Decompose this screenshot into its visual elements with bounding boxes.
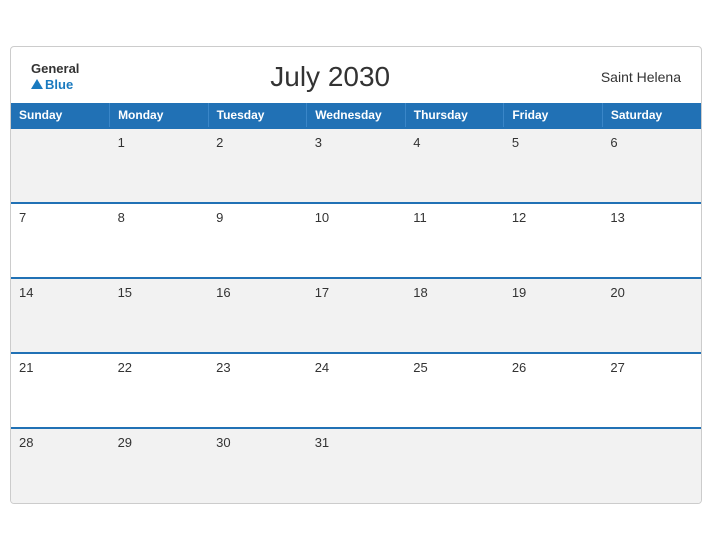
calendar-body: 1234567891011121314151617181920212223242… [11,128,701,503]
calendar-day-cell: 15 [110,278,209,353]
location-label: Saint Helena [581,69,681,85]
day-number: 27 [610,360,624,375]
day-number: 2 [216,135,223,150]
day-number: 30 [216,435,230,450]
calendar-week-row: 1 2 3 4 5 6 [11,128,701,203]
calendar-day-cell: 2 [208,128,307,203]
day-number: 12 [512,210,526,225]
calendar-day-cell: 28 [11,428,110,503]
day-number: 21 [19,360,33,375]
calendar-day-cell: 3 [307,128,406,203]
calendar-day-cell: 31 [307,428,406,503]
calendar-day-cell: 10 [307,203,406,278]
header-tuesday: Tuesday [208,103,307,128]
day-number: 8 [118,210,125,225]
logo-area: General Blue [31,62,79,91]
day-number: 20 [610,285,624,300]
calendar-day-cell [602,428,701,503]
logo-blue-text: Blue [31,77,73,92]
calendar-day-cell: 24 [307,353,406,428]
calendar-day-cell: 25 [405,353,504,428]
calendar-day-cell [504,428,603,503]
calendar-day-cell: 17 [307,278,406,353]
day-number: 10 [315,210,329,225]
header-sunday: Sunday [11,103,110,128]
day-number: 29 [118,435,132,450]
calendar-grid: Sunday Monday Tuesday Wednesday Thursday… [11,103,701,503]
calendar-day-cell: 7 [11,203,110,278]
calendar-day-cell: 20 [602,278,701,353]
day-number: 25 [413,360,427,375]
day-number: 31 [315,435,329,450]
day-number: 15 [118,285,132,300]
calendar-day-cell [405,428,504,503]
day-number: 19 [512,285,526,300]
weekday-header-row: Sunday Monday Tuesday Wednesday Thursday… [11,103,701,128]
calendar-week-row: 7 8 9 10 11 12 13 [11,203,701,278]
day-number: 14 [19,285,33,300]
header-saturday: Saturday [602,103,701,128]
calendar-day-cell: 27 [602,353,701,428]
calendar-day-cell: 12 [504,203,603,278]
calendar-day-cell: 4 [405,128,504,203]
calendar-day-cell: 29 [110,428,209,503]
calendar-day-cell: 18 [405,278,504,353]
calendar-day-cell: 30 [208,428,307,503]
calendar-day-cell: 6 [602,128,701,203]
calendar-week-row: 21 22 23 24 25 26 27 [11,353,701,428]
day-number: 22 [118,360,132,375]
calendar-day-cell [11,128,110,203]
calendar-day-cell: 21 [11,353,110,428]
day-number: 3 [315,135,322,150]
calendar-day-cell: 1 [110,128,209,203]
calendar-day-cell: 19 [504,278,603,353]
day-number: 4 [413,135,420,150]
day-number: 6 [610,135,617,150]
calendar-day-cell: 11 [405,203,504,278]
day-number: 11 [413,210,427,225]
calendar-day-cell: 9 [208,203,307,278]
calendar-day-cell: 8 [110,203,209,278]
day-number: 1 [118,135,125,150]
calendar-day-cell: 23 [208,353,307,428]
day-number: 7 [19,210,26,225]
day-number: 13 [610,210,624,225]
calendar-day-cell: 13 [602,203,701,278]
day-number: 17 [315,285,329,300]
logo-triangle-icon [31,79,43,89]
calendar-day-cell: 22 [110,353,209,428]
day-number: 16 [216,285,230,300]
header-monday: Monday [110,103,209,128]
day-number: 18 [413,285,427,300]
calendar-week-row: 28 29 30 31 [11,428,701,503]
calendar-day-cell: 16 [208,278,307,353]
day-number: 9 [216,210,223,225]
day-number: 5 [512,135,519,150]
day-number: 28 [19,435,33,450]
logo-general-text: General [31,62,79,76]
header-thursday: Thursday [405,103,504,128]
calendar-day-cell: 5 [504,128,603,203]
header-friday: Friday [504,103,603,128]
calendar-week-row: 14 15 16 17 18 19 20 [11,278,701,353]
day-number: 26 [512,360,526,375]
day-number: 23 [216,360,230,375]
header-wednesday: Wednesday [307,103,406,128]
day-number: 24 [315,360,329,375]
calendar-day-cell: 26 [504,353,603,428]
calendar-header: General Blue July 2030 Saint Helena [11,47,701,103]
calendar-title: July 2030 [79,61,581,93]
calendar-day-cell: 14 [11,278,110,353]
calendar-container: General Blue July 2030 Saint Helena Sund… [10,46,702,504]
